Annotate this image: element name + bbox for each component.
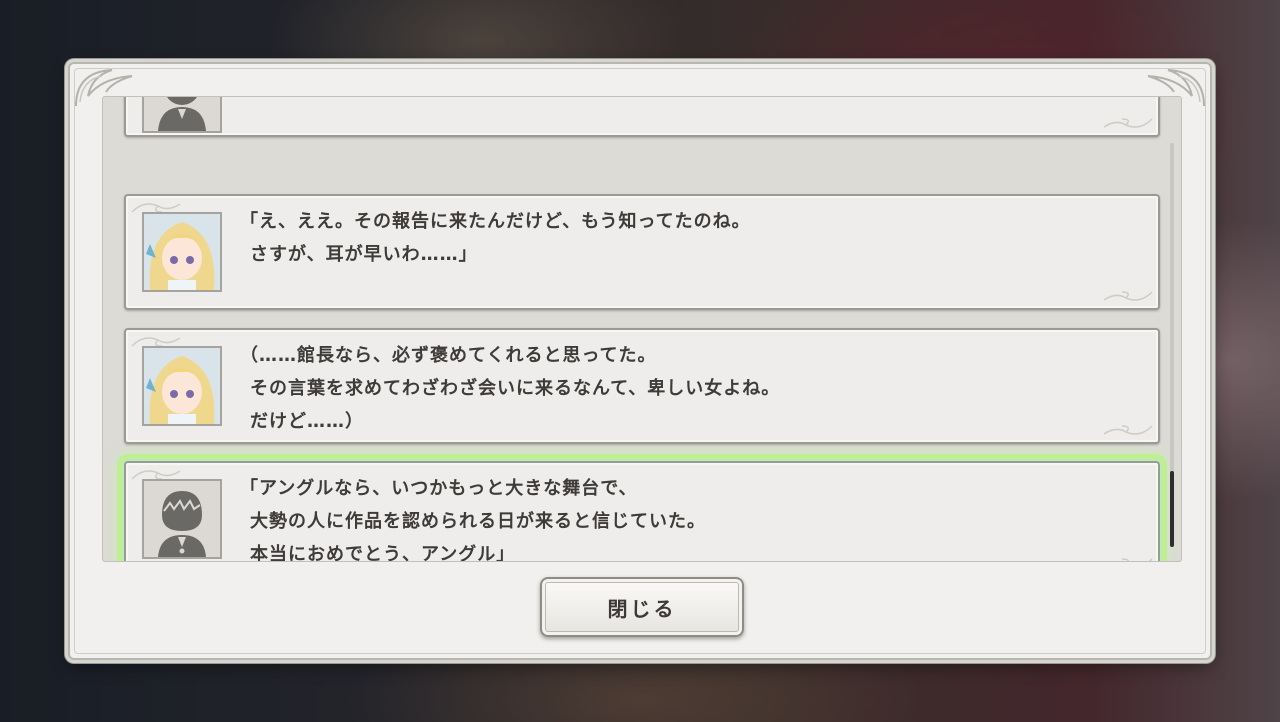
entry-line: （……館長なら、必ず褒めてくれると思ってた。	[240, 345, 657, 366]
backlog-dialog: …………………………	[68, 62, 1212, 660]
backlog-scroll-area[interactable]: …………………………	[102, 96, 1182, 562]
scrollbar-thumb[interactable]	[1170, 471, 1174, 547]
backlog-entry[interactable]: …………………………	[124, 97, 1160, 137]
blonde-girl-portrait	[144, 348, 220, 424]
entry-line: 大勢の人に作品を認められる日が来ると信じていた。	[250, 511, 706, 532]
swirl-ornament-icon	[1103, 118, 1153, 128]
entry-line: その言葉を求めてわざわざ会いに来るなんて、卑しい女よね。	[250, 378, 781, 399]
backlog-entry-selected[interactable]: 「アングルなら、いつかもっと大きな舞台で、 大勢の人に作品を認められる日が来ると…	[118, 455, 1166, 562]
entry-line: 「え、ええ。その報告に来たんだけど、もう知ってたのね。	[240, 211, 751, 232]
swirl-ornament-icon	[1103, 291, 1153, 301]
speaker-portrait	[142, 346, 222, 426]
protagonist-silhouette-icon	[144, 481, 220, 557]
scrollbar-track[interactable]	[1170, 143, 1174, 547]
close-button-label: 閉じる	[607, 596, 677, 621]
protagonist-silhouette-icon	[144, 97, 220, 131]
entry-line: 本当におめでとう、アングル」	[250, 544, 516, 562]
backlog-entry[interactable]: （……館長なら、必ず褒めてくれると思ってた。 その言葉を求めてわざわざ会いに来る…	[124, 328, 1160, 444]
entry-line: 「アングルなら、いつかもっと大きな舞台で、	[240, 478, 638, 499]
backlog-list: …………………………	[103, 97, 1181, 561]
blonde-girl-portrait	[144, 214, 220, 290]
speaker-portrait	[142, 97, 222, 133]
swirl-ornament-icon	[1103, 558, 1153, 561]
close-button[interactable]: 閉じる	[540, 577, 744, 637]
speaker-portrait	[142, 479, 222, 559]
swirl-ornament-icon	[1103, 425, 1153, 435]
entry-line: さすが、耳が早いわ……」	[250, 244, 478, 265]
backlog-entry[interactable]: 「え、ええ。その報告に来たんだけど、もう知ってたのね。 さすが、耳が早いわ……」	[124, 194, 1160, 310]
entry-line: だけど……）	[250, 411, 364, 432]
speaker-portrait	[142, 212, 222, 292]
